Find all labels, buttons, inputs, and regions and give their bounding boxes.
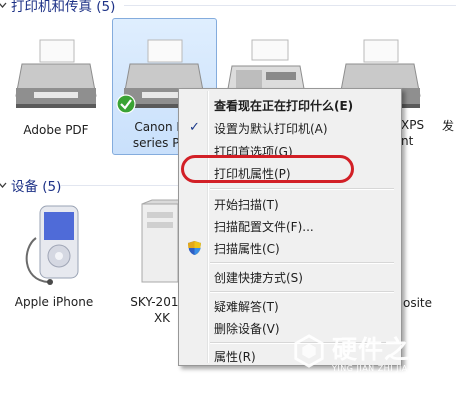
printer-label-line2: nt <box>401 134 414 148</box>
printer-xps-label: XPS nt <box>401 117 424 149</box>
menu-item-label: 疑难解答(T) <box>214 300 279 314</box>
chevron-down-icon <box>0 2 7 8</box>
menu-item-start-scan[interactable]: 开始扫描(T) <box>181 193 397 215</box>
watermark-text: 硬件之家 <box>332 335 437 364</box>
device-apple-iphone[interactable]: Apple iPhone <box>4 198 104 318</box>
watermark-subtext: YING JIAN ZHI JIA.COM <box>332 364 431 373</box>
devices-group-title: 设备 (5) <box>11 179 62 195</box>
devices-group-header[interactable]: 设备 (5) <box>0 176 180 195</box>
printer-label-line1: XPS <box>401 118 425 132</box>
divider <box>60 185 180 186</box>
printers-group-title: 打印机和传真 (5) <box>11 0 116 15</box>
divider <box>124 5 456 6</box>
default-check-icon <box>116 94 136 114</box>
menu-item-label: 查看现在正在打印什么(E) <box>214 99 354 113</box>
menu-item-see-printing[interactable]: 查看现在正在打印什么(E) <box>181 94 397 116</box>
menu-item-label: 设置为默认打印机(A) <box>214 122 328 136</box>
printers-group-header[interactable]: 打印机和传真 (5) <box>0 0 456 15</box>
menu-separator <box>210 188 394 190</box>
menu-item-label: 扫描属性(C) <box>214 242 280 256</box>
annotation-highlight-ring <box>181 155 354 183</box>
menu-separator <box>210 262 394 264</box>
shield-icon <box>188 241 201 255</box>
checkmark-icon: ✓ <box>189 120 200 135</box>
menu-item-label: 属性(R) <box>214 350 256 364</box>
device-label: Apple iPhone <box>14 295 94 309</box>
menu-item-scan-profiles[interactable]: 扫描配置文件(F)... <box>181 215 397 237</box>
printer-icon <box>15 39 97 108</box>
chevron-down-icon <box>0 182 7 188</box>
menu-separator <box>210 291 394 293</box>
menu-item-troubleshoot[interactable]: 疑难解答(T) <box>181 295 397 317</box>
printer-adobe-pdf[interactable]: Adobe PDF <box>6 26 106 146</box>
menu-item-create-shortcut[interactable]: 创建快捷方式(S) <box>181 266 397 288</box>
device-partial-label: osite <box>403 296 433 310</box>
menu-item-label: 开始扫描(T) <box>214 198 279 212</box>
watermark: 硬件之家 YING JIAN ZHI JIA.COM <box>288 328 456 402</box>
menu-item-label: 删除设备(V) <box>214 322 280 336</box>
menu-item-set-default[interactable]: ✓ 设置为默认打印机(A) <box>181 117 397 139</box>
printer-label: Adobe PDF <box>23 123 89 137</box>
watermark-logo-icon <box>294 334 324 368</box>
media-player-icon <box>25 205 79 285</box>
menu-item-label: 创建快捷方式(S) <box>214 271 303 285</box>
menu-item-scan-properties[interactable]: 扫描属性(C) <box>181 237 397 259</box>
printer-partial-label: 发 <box>442 119 455 133</box>
menu-item-label: 扫描配置文件(F)... <box>214 220 314 234</box>
context-menu: 查看现在正在打印什么(E) ✓ 设置为默认打印机(A) 打印首选项(G) 打印机… <box>178 88 402 366</box>
